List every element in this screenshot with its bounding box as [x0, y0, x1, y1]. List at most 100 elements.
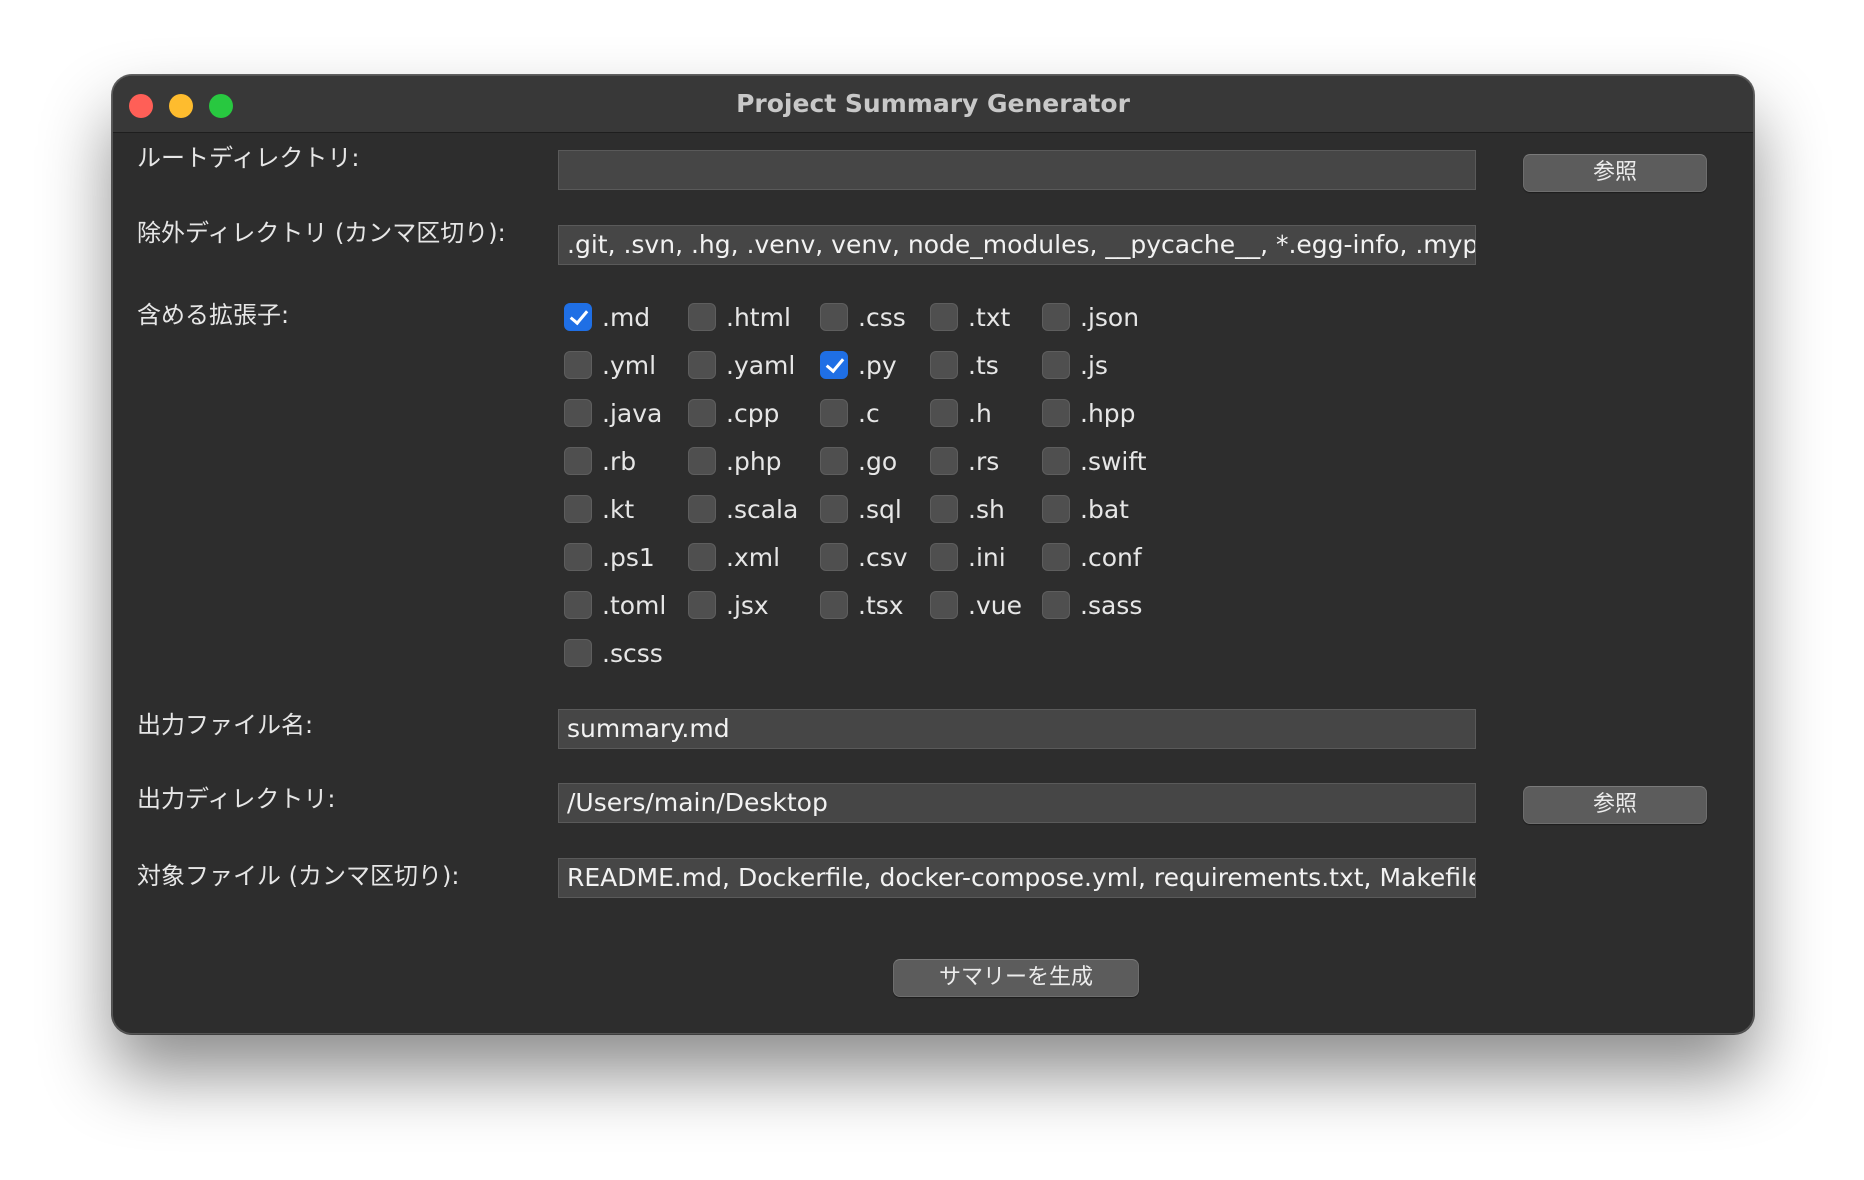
- ext-option-ps1[interactable]: .ps1: [564, 542, 655, 572]
- ext-option-js[interactable]: .js: [1042, 350, 1108, 380]
- ext-checkbox-vue[interactable]: [930, 591, 958, 619]
- ext-checkbox-scss[interactable]: [564, 639, 592, 667]
- ext-option-swift[interactable]: .swift: [1042, 446, 1147, 476]
- ext-option-go[interactable]: .go: [820, 446, 897, 476]
- ext-label-ts: .ts: [968, 350, 999, 380]
- output-file-input[interactable]: summary.md: [558, 709, 1476, 749]
- ext-option-html[interactable]: .html: [688, 302, 791, 332]
- ext-label-toml: .toml: [602, 590, 667, 620]
- exclude-dirs-input[interactable]: .git, .svn, .hg, .venv, venv, node_modul…: [558, 225, 1476, 265]
- ext-checkbox-yaml[interactable]: [688, 351, 716, 379]
- ext-option-scss[interactable]: .scss: [564, 638, 663, 668]
- ext-option-yml[interactable]: .yml: [564, 350, 656, 380]
- ext-checkbox-swift[interactable]: [1042, 447, 1070, 475]
- root-dir-browse-button[interactable]: 参照: [1523, 154, 1707, 192]
- ext-checkbox-json[interactable]: [1042, 303, 1070, 331]
- ext-option-rb[interactable]: .rb: [564, 446, 636, 476]
- ext-option-sql[interactable]: .sql: [820, 494, 902, 524]
- ext-checkbox-conf[interactable]: [1042, 543, 1070, 571]
- ext-checkbox-ts[interactable]: [930, 351, 958, 379]
- ext-checkbox-sh[interactable]: [930, 495, 958, 523]
- ext-option-bat[interactable]: .bat: [1042, 494, 1129, 524]
- ext-checkbox-h[interactable]: [930, 399, 958, 427]
- ext-checkbox-hpp[interactable]: [1042, 399, 1070, 427]
- ext-checkbox-html[interactable]: [688, 303, 716, 331]
- ext-label-csv: .csv: [858, 542, 908, 572]
- ext-checkbox-css[interactable]: [820, 303, 848, 331]
- ext-checkbox-c[interactable]: [820, 399, 848, 427]
- ext-option-toml[interactable]: .toml: [564, 590, 666, 620]
- ext-checkbox-md[interactable]: [564, 303, 592, 331]
- ext-label-css: .css: [858, 302, 906, 332]
- ext-option-java[interactable]: .java: [564, 398, 662, 428]
- ext-option-php[interactable]: .php: [688, 446, 782, 476]
- ext-option-md[interactable]: .md: [564, 302, 650, 332]
- ext-option-sh[interactable]: .sh: [930, 494, 1005, 524]
- ext-checkbox-ps1[interactable]: [564, 543, 592, 571]
- ext-option-yaml[interactable]: .yaml: [688, 350, 795, 380]
- ext-option-rs[interactable]: .rs: [930, 446, 999, 476]
- ext-option-ini[interactable]: .ini: [930, 542, 1006, 572]
- ext-option-hpp[interactable]: .hpp: [1042, 398, 1136, 428]
- ext-checkbox-py[interactable]: [820, 351, 848, 379]
- ext-checkbox-sql[interactable]: [820, 495, 848, 523]
- ext-label-conf: .conf: [1080, 542, 1142, 572]
- ext-option-h[interactable]: .h: [930, 398, 992, 428]
- ext-checkbox-txt[interactable]: [930, 303, 958, 331]
- ext-label-ps1: .ps1: [602, 542, 655, 572]
- ext-label-cpp: .cpp: [726, 398, 780, 428]
- ext-checkbox-scala[interactable]: [688, 495, 716, 523]
- ext-option-jsx[interactable]: .jsx: [688, 590, 769, 620]
- ext-option-css[interactable]: .css: [820, 302, 906, 332]
- ext-option-sass[interactable]: .sass: [1042, 590, 1142, 620]
- ext-label-rs: .rs: [968, 446, 1000, 476]
- ext-label-ini: .ini: [968, 542, 1006, 572]
- ext-checkbox-rb[interactable]: [564, 447, 592, 475]
- ext-label-hpp: .hpp: [1080, 398, 1136, 428]
- ext-option-cpp[interactable]: .cpp: [688, 398, 779, 428]
- ext-option-py[interactable]: .py: [820, 350, 897, 380]
- ext-checkbox-yml[interactable]: [564, 351, 592, 379]
- root-dir-input[interactable]: [558, 150, 1476, 190]
- ext-option-json[interactable]: .json: [1042, 302, 1139, 332]
- ext-option-tsx[interactable]: .tsx: [820, 590, 904, 620]
- ext-checkbox-rs[interactable]: [930, 447, 958, 475]
- ext-label-h: .h: [968, 398, 992, 428]
- ext-checkbox-kt[interactable]: [564, 495, 592, 523]
- ext-checkbox-bat[interactable]: [1042, 495, 1070, 523]
- output-dir-input[interactable]: /Users/main/Desktop: [558, 783, 1476, 823]
- ext-checkbox-toml[interactable]: [564, 591, 592, 619]
- ext-checkbox-tsx[interactable]: [820, 591, 848, 619]
- ext-label-scala: .scala: [726, 494, 799, 524]
- ext-checkbox-xml[interactable]: [688, 543, 716, 571]
- ext-option-kt[interactable]: .kt: [564, 494, 634, 524]
- ext-label-jsx: .jsx: [726, 590, 769, 620]
- ext-checkbox-sass[interactable]: [1042, 591, 1070, 619]
- ext-option-c[interactable]: .c: [820, 398, 880, 428]
- ext-checkbox-js[interactable]: [1042, 351, 1070, 379]
- ext-option-txt[interactable]: .txt: [930, 302, 1010, 332]
- ext-label-scss: .scss: [602, 638, 663, 668]
- output-dir-browse-button[interactable]: 参照: [1523, 786, 1707, 824]
- ext-checkbox-cpp[interactable]: [688, 399, 716, 427]
- ext-label-html: .html: [726, 302, 791, 332]
- ext-option-conf[interactable]: .conf: [1042, 542, 1142, 572]
- ext-checkbox-jsx[interactable]: [688, 591, 716, 619]
- ext-option-ts[interactable]: .ts: [930, 350, 999, 380]
- ext-label-java: .java: [602, 398, 663, 428]
- ext-checkbox-ini[interactable]: [930, 543, 958, 571]
- ext-label-tsx: .tsx: [858, 590, 904, 620]
- ext-checkbox-php[interactable]: [688, 447, 716, 475]
- ext-label-vue: .vue: [968, 590, 1022, 620]
- target-files-input[interactable]: README.md, Dockerfile, docker-compose.ym…: [558, 858, 1476, 898]
- ext-checkbox-java[interactable]: [564, 399, 592, 427]
- ext-label-js: .js: [1080, 350, 1108, 380]
- ext-option-scala[interactable]: .scala: [688, 494, 798, 524]
- ext-option-csv[interactable]: .csv: [820, 542, 908, 572]
- generate-summary-button[interactable]: サマリーを生成: [893, 959, 1139, 997]
- ext-checkbox-csv[interactable]: [820, 543, 848, 571]
- window-title: Project Summary Generator: [736, 89, 1130, 118]
- ext-option-xml[interactable]: .xml: [688, 542, 780, 572]
- ext-checkbox-go[interactable]: [820, 447, 848, 475]
- ext-option-vue[interactable]: .vue: [930, 590, 1022, 620]
